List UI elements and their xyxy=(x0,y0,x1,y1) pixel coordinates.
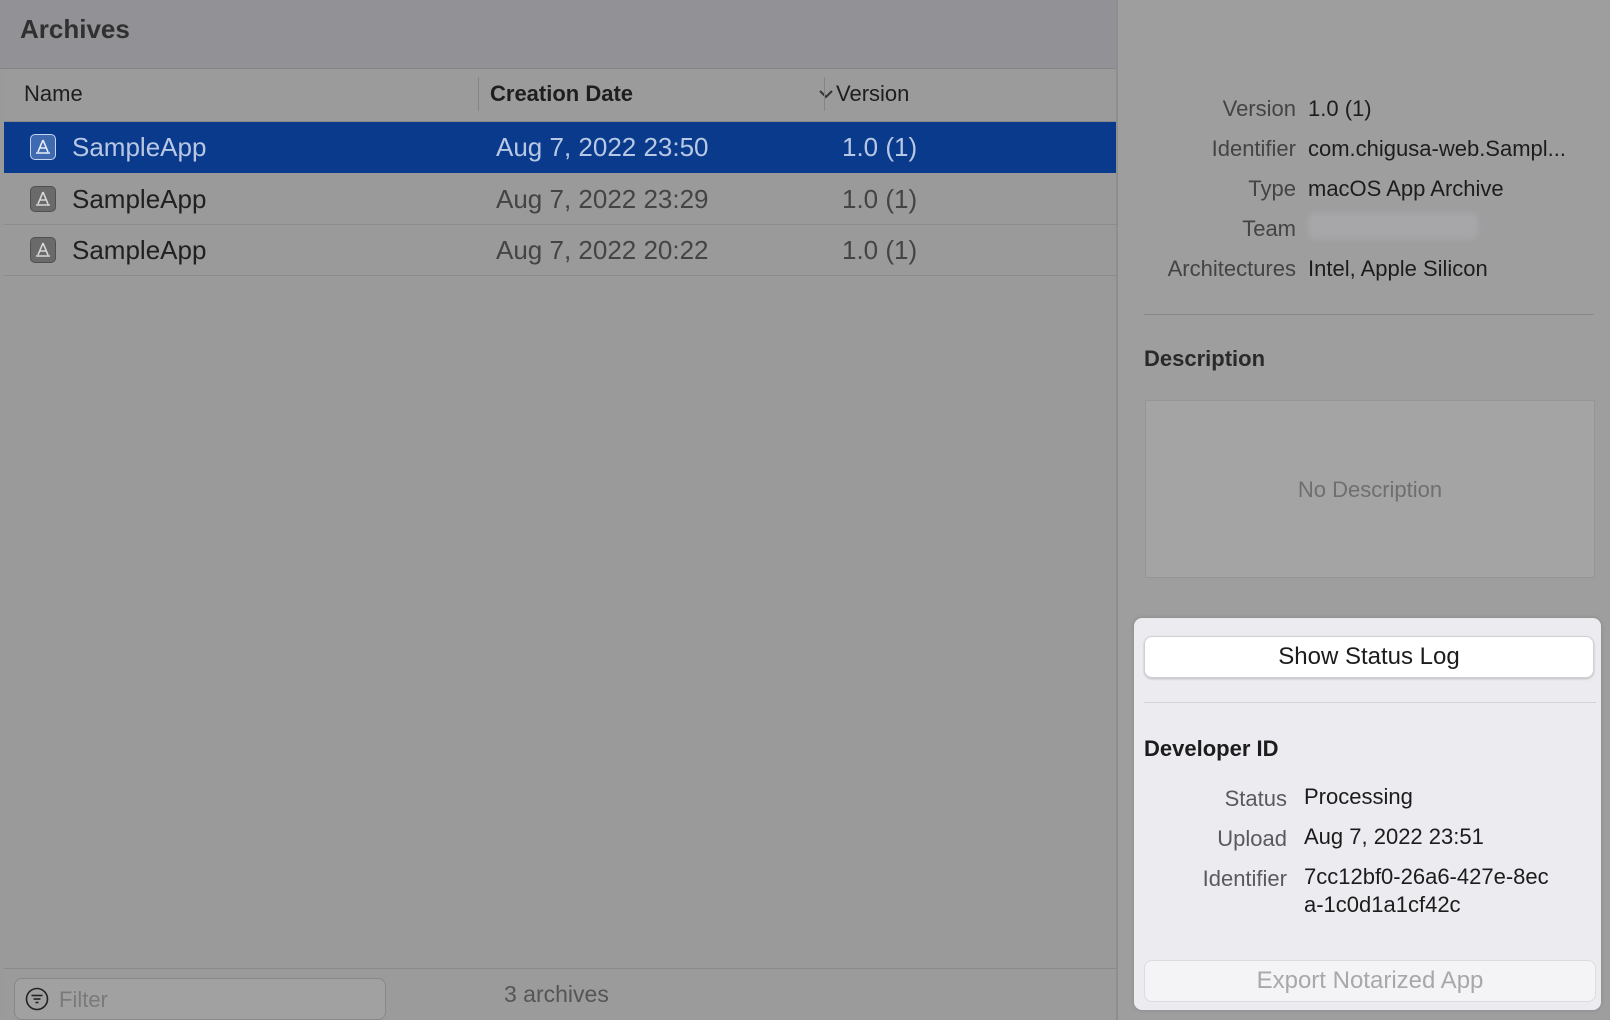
status-value: Processing xyxy=(1304,784,1413,809)
type-value: macOS App Archive xyxy=(1308,176,1504,201)
archive-name: SampleApp xyxy=(72,132,207,162)
developer-id-title: Developer ID xyxy=(1144,736,1279,761)
filter-field[interactable] xyxy=(14,978,386,1020)
archive-row[interactable]: SampleApp Aug 7, 2022 23:29 1.0 (1) xyxy=(4,174,1116,225)
show-status-log-button[interactable]: Show Status Log xyxy=(1144,636,1594,678)
app-archive-icon xyxy=(30,186,56,212)
archive-count: 3 archives xyxy=(504,981,609,1007)
team-label: Team xyxy=(1242,216,1296,241)
status-label: Status xyxy=(1224,786,1287,811)
archives-panel: Archives Name Creation Date Version Samp… xyxy=(0,0,1118,1020)
archive-date: Aug 7, 2022 23:29 xyxy=(496,184,709,214)
archive-row[interactable]: SampleApp Aug 7, 2022 20:22 1.0 (1) xyxy=(4,225,1116,276)
column-header-name[interactable]: Name xyxy=(24,81,83,107)
description-placeholder: No Description xyxy=(1297,477,1443,502)
description-box[interactable]: No Description xyxy=(1145,400,1595,578)
organizer-window: Archives Name Creation Date Version Samp… xyxy=(0,0,1610,1020)
distribution-popover: Show Status Log Developer ID Status Proc… xyxy=(1134,618,1601,1010)
column-header-creation-date[interactable]: Creation Date xyxy=(490,81,633,107)
team-value-redacted xyxy=(1308,213,1478,239)
upload-label: Upload xyxy=(1217,826,1287,851)
chevron-down-icon[interactable] xyxy=(816,85,836,103)
details-divider xyxy=(1144,314,1594,315)
archive-date: Aug 7, 2022 20:22 xyxy=(496,235,709,265)
archives-title: Archives xyxy=(20,14,130,44)
upload-value: Aug 7, 2022 23:51 xyxy=(1304,824,1484,849)
export-notarized-app-button[interactable]: Export Notarized App xyxy=(1144,960,1596,1002)
column-divider[interactable] xyxy=(824,77,825,111)
identifier-value: com.chigusa-web.Sampl... xyxy=(1308,136,1566,161)
description-title: Description xyxy=(1144,346,1266,371)
developer-identifier-value-line1: 7cc12bf0-26a6-427e-8ec xyxy=(1304,864,1549,889)
archive-name: SampleApp xyxy=(72,184,207,214)
archive-row[interactable]: SampleApp Aug 7, 2022 23:50 1.0 (1) xyxy=(4,122,1116,173)
archive-version: 1.0 (1) xyxy=(842,132,918,162)
identifier-label: Identifier xyxy=(1211,136,1296,161)
developer-identifier-label: Identifier xyxy=(1202,866,1287,891)
column-divider[interactable] xyxy=(478,77,479,111)
archive-version: 1.0 (1) xyxy=(842,235,918,265)
developer-identifier-value-line2: a-1c0d1a1cf42c xyxy=(1304,892,1461,917)
architectures-value: Intel, Apple Silicon xyxy=(1308,256,1488,281)
filter-icon xyxy=(25,987,49,1011)
archive-date: Aug 7, 2022 23:50 xyxy=(496,132,709,162)
column-header-row: Name Creation Date Version xyxy=(4,69,1116,122)
column-header-version[interactable]: Version xyxy=(836,81,909,107)
type-label: Type xyxy=(1248,176,1296,201)
filter-input[interactable] xyxy=(57,985,371,1015)
popover-divider xyxy=(1144,702,1596,703)
archive-version: 1.0 (1) xyxy=(842,184,918,214)
architectures-label: Architectures xyxy=(1167,256,1296,281)
app-archive-icon xyxy=(30,134,56,160)
archives-footer: 3 archives xyxy=(4,968,1116,1020)
archive-name: SampleApp xyxy=(72,235,207,265)
archives-header: Archives xyxy=(0,0,1116,69)
version-label: Version xyxy=(1222,96,1296,121)
version-value: 1.0 (1) xyxy=(1308,96,1372,121)
app-archive-icon xyxy=(30,237,56,263)
